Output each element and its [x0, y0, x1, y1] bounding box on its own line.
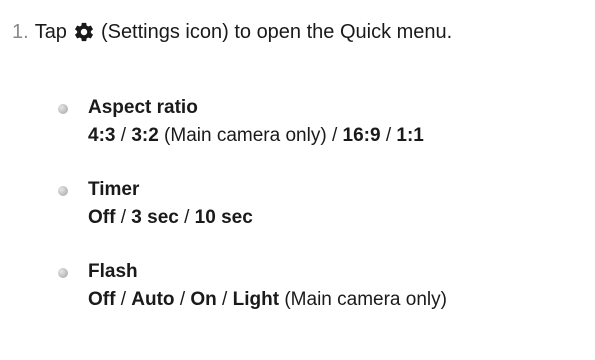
option-value: On	[190, 289, 217, 310]
bullet-icon	[58, 268, 68, 278]
quick-menu-options-list: Aspect ratio 4:3 / 3:2 (Main camera only…	[58, 94, 447, 340]
step-text-after-icon: (Settings icon) to open the Quick menu.	[100, 21, 453, 43]
settings-gear-icon	[73, 21, 95, 43]
option-value: Off	[88, 289, 116, 310]
option-title: Aspect ratio	[88, 97, 198, 118]
bullet-icon	[58, 186, 68, 196]
option-separator: /	[380, 125, 397, 146]
step-number: 1.	[12, 21, 29, 43]
option-separator: /	[115, 125, 132, 146]
option-separator: (Main camera only) /	[158, 125, 343, 146]
option-value: 4:3	[88, 125, 116, 146]
step-instruction: 1. Tap (Settings icon) to open the Quick…	[12, 18, 452, 46]
option-flash: Flash Off / Auto / On / Light (Main came…	[58, 258, 447, 314]
option-value: Off	[88, 207, 116, 228]
step-text-before-icon: Tap	[34, 21, 67, 43]
option-title: Flash	[88, 261, 138, 282]
bullet-icon	[58, 104, 68, 114]
option-timer: Timer Off / 3 sec / 10 sec	[58, 176, 447, 232]
option-values: 4:3 / 3:2 (Main camera only) / 16:9 / 1:…	[88, 122, 447, 150]
option-separator: /	[115, 207, 132, 228]
option-title: Timer	[88, 179, 140, 200]
option-value: 1:1	[396, 125, 424, 146]
option-value: 16:9	[342, 125, 381, 146]
option-separator: (Main camera only)	[279, 289, 447, 310]
option-aspect-ratio: Aspect ratio 4:3 / 3:2 (Main camera only…	[58, 94, 447, 150]
option-value: 3:2	[131, 125, 159, 146]
option-values: Off / Auto / On / Light (Main camera onl…	[88, 286, 447, 314]
option-values: Off / 3 sec / 10 sec	[88, 204, 447, 232]
option-value: 10 sec	[194, 207, 253, 228]
option-value: 3 sec	[131, 207, 179, 228]
option-separator: /	[178, 207, 195, 228]
option-value: Auto	[131, 289, 175, 310]
option-separator: /	[174, 289, 191, 310]
option-value: Light	[232, 289, 280, 310]
option-separator: /	[115, 289, 132, 310]
option-separator: /	[216, 289, 233, 310]
